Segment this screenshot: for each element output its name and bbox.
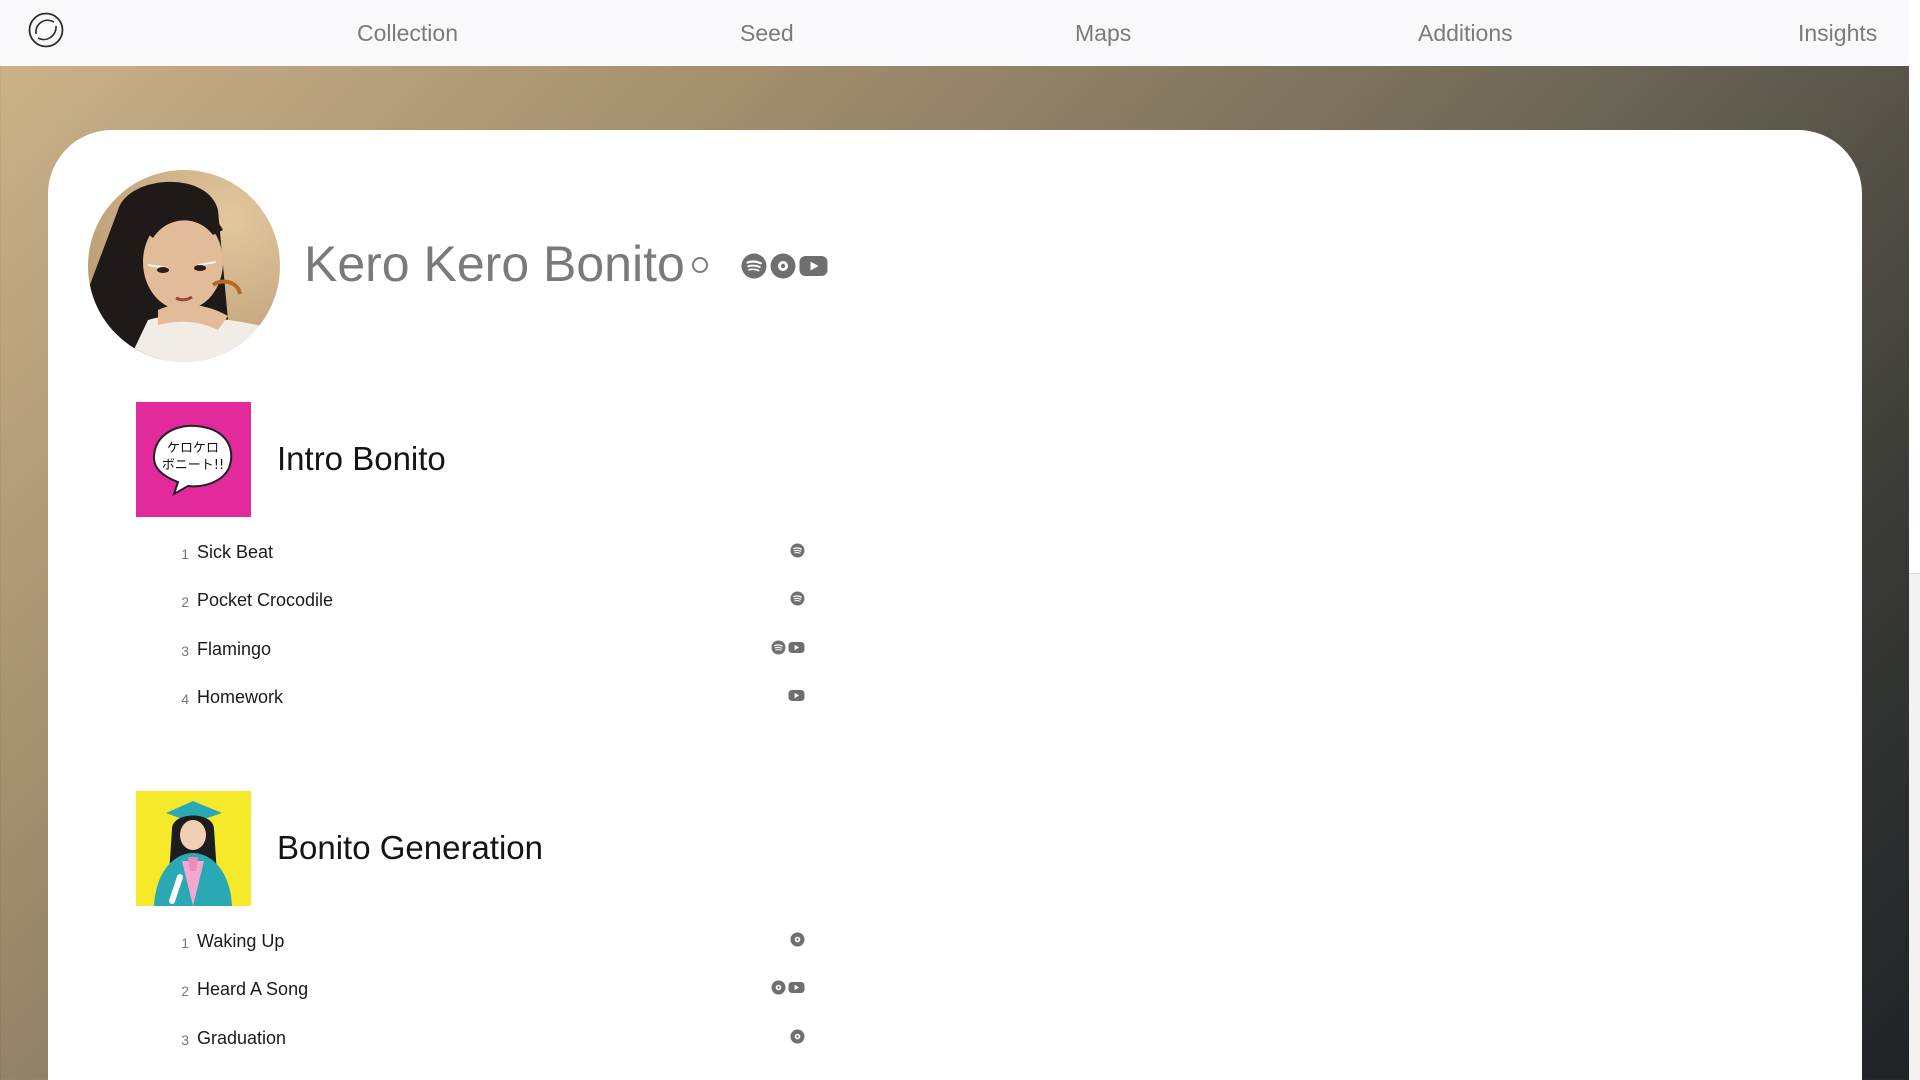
disc-icon[interactable] bbox=[771, 980, 786, 995]
album-title[interactable]: Intro Bonito bbox=[277, 439, 446, 479]
track-row[interactable]: 2 Pocket Crocodile bbox=[173, 587, 805, 617]
spotify-icon[interactable] bbox=[741, 253, 767, 279]
track-row[interactable]: 1 Sick Beat bbox=[173, 539, 805, 569]
track-number: 4 bbox=[181, 691, 189, 707]
spotify-icon[interactable] bbox=[790, 591, 805, 606]
track-title: Pocket Crocodile bbox=[197, 590, 334, 610]
artist-name: Kero Kero Bonito bbox=[304, 236, 685, 292]
top-navbar: Collection Seed Maps Additions Insights bbox=[0, 0, 1909, 66]
track-number: 1 bbox=[181, 546, 189, 562]
nav-insights[interactable]: Insights bbox=[1798, 0, 1877, 66]
spotify-icon[interactable] bbox=[790, 543, 805, 558]
svg-text:ケロケロ: ケロケロ bbox=[167, 441, 219, 456]
track-title: Graduation bbox=[197, 1028, 287, 1048]
disc-icon[interactable] bbox=[770, 253, 796, 279]
track-title: Waking Up bbox=[197, 931, 285, 951]
disc-icon[interactable] bbox=[790, 1029, 805, 1044]
track-row[interactable]: 2 Heard A Song bbox=[173, 976, 805, 1006]
track-title: Homework bbox=[197, 687, 284, 707]
track-number: 2 bbox=[181, 594, 189, 610]
app-logo-icon[interactable] bbox=[27, 11, 65, 49]
nav-additions[interactable]: Additions bbox=[1418, 0, 1513, 66]
scrollbar-thumb[interactable] bbox=[1909, 0, 1920, 574]
track-row[interactable]: 3 Flamingo bbox=[173, 636, 805, 666]
track-row[interactable]: 3 Graduation bbox=[173, 1025, 805, 1055]
track-number: 2 bbox=[181, 983, 189, 999]
youtube-icon[interactable] bbox=[799, 253, 828, 279]
album-title[interactable]: Bonito Generation bbox=[277, 828, 543, 868]
track-number: 1 bbox=[181, 935, 189, 951]
disc-icon[interactable] bbox=[790, 932, 805, 947]
artist-card: Kero Kero Bonito ケロケロ ボニート!! Intro Bonit… bbox=[48, 130, 1862, 1080]
nav-collection[interactable]: Collection bbox=[357, 0, 458, 66]
youtube-icon[interactable] bbox=[788, 688, 805, 703]
youtube-icon[interactable] bbox=[788, 640, 805, 655]
album-cover-bonito-generation[interactable] bbox=[136, 791, 251, 906]
track-title: Flamingo bbox=[197, 639, 272, 659]
nav-seed[interactable]: Seed bbox=[740, 0, 794, 66]
track-number: 3 bbox=[181, 1032, 189, 1048]
youtube-icon[interactable] bbox=[788, 980, 805, 995]
track-row[interactable]: 4 Homework bbox=[173, 684, 805, 714]
spotify-icon[interactable] bbox=[771, 640, 786, 655]
artist-avatar bbox=[88, 170, 280, 362]
page-scrollbar[interactable] bbox=[1909, 0, 1920, 1080]
follow-toggle[interactable] bbox=[692, 257, 708, 273]
track-number: 3 bbox=[181, 643, 189, 659]
nav-maps[interactable]: Maps bbox=[1075, 0, 1131, 66]
track-title: Heard A Song bbox=[197, 979, 309, 999]
album-cover-intro-bonito[interactable]: ケロケロ ボニート!! bbox=[136, 402, 251, 517]
track-title: Sick Beat bbox=[197, 542, 274, 562]
track-row[interactable]: 1 Waking Up bbox=[173, 928, 805, 958]
svg-text:ボニート!!: ボニート!! bbox=[162, 458, 224, 473]
